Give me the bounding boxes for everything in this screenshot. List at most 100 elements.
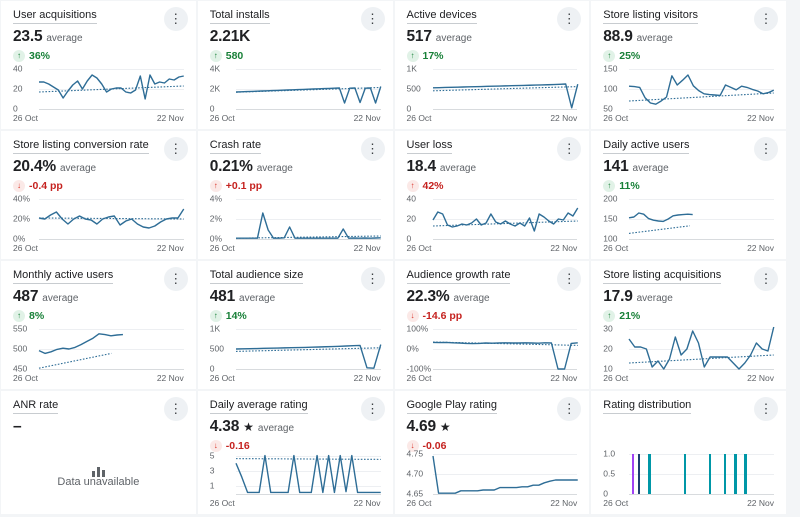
sparkline-plot: 550 500 450 — [13, 324, 184, 373]
card-title[interactable]: Active devices — [406, 9, 477, 24]
kebab-menu-icon: ⋮ — [759, 271, 773, 286]
card-title[interactable]: Daily average rating — [209, 399, 308, 414]
y-tick-label: 200 — [603, 193, 618, 204]
y-tick-label: 30 — [603, 323, 613, 334]
metric-value: 487 — [13, 288, 39, 305]
card-title[interactable]: Crash rate — [209, 139, 262, 154]
card-title[interactable]: ANR rate — [13, 399, 59, 414]
x-axis-labels: 26 Oct 22 Nov — [603, 373, 774, 383]
card-menu-button[interactable]: ⋮ — [163, 7, 188, 31]
card-title[interactable]: Total installs — [209, 9, 270, 24]
card-menu-button[interactable]: ⋮ — [163, 137, 188, 161]
rating-bar — [648, 454, 651, 494]
x-axis-start-label: 26 Oct — [603, 113, 629, 123]
card-menu-button[interactable]: ⋮ — [557, 267, 582, 291]
x-axis-end-label: 22 Nov — [156, 243, 184, 253]
card-menu-button[interactable]: ⋮ — [754, 397, 778, 421]
metric-value-row: 481 average — [210, 288, 381, 306]
kebab-menu-icon: ⋮ — [759, 11, 773, 26]
metric-card: Google Play rating ⋮ 4.69 ★ ↓ -0.06 4.75… — [394, 391, 590, 514]
card-menu-button[interactable]: ⋮ — [163, 397, 188, 421]
x-axis-end-label: 22 Nov — [353, 113, 381, 123]
metric-suffix: average — [453, 293, 490, 304]
dashboard-grid: User acquisitions ⋮ 23.5 average ↑ 36% 4… — [0, 0, 786, 514]
metric-card: Total audience size ⋮ 481 average ↑ 14% … — [197, 261, 393, 389]
card-menu-button[interactable]: ⋮ — [557, 137, 582, 161]
metric-suffix: average — [636, 293, 673, 304]
card-menu-button[interactable]: ⋮ — [360, 397, 385, 421]
metric-suffix: average — [439, 163, 477, 174]
card-menu-button[interactable]: ⋮ — [754, 267, 778, 291]
metric-value-row: 88.9 average — [603, 28, 774, 46]
card-menu-button[interactable]: ⋮ — [163, 267, 188, 291]
y-tick-label: 0 — [406, 233, 412, 244]
trend-badge-text: -0.16 — [225, 439, 250, 452]
metric-value-row: 141 average — [603, 158, 774, 176]
gridline — [629, 494, 774, 495]
x-axis-end-label: 22 Nov — [550, 498, 578, 508]
metric-card: Total installs ⋮ 2.21K ↑ 580 4K 2K 0 26 Oc… — [197, 1, 393, 129]
gridline — [39, 239, 184, 240]
x-axis-labels: 26 Oct 22 Nov — [13, 243, 184, 253]
rating-bar — [631, 454, 635, 494]
card-title[interactable]: Google Play rating — [406, 399, 497, 414]
y-tick-label: 3 — [209, 465, 215, 476]
card-title[interactable]: Monthly active users — [13, 269, 114, 284]
card-title[interactable]: Store listing conversion rate — [13, 139, 149, 154]
card-title[interactable]: User acquisitions — [13, 9, 97, 24]
metric-value: 4.69 — [406, 418, 437, 435]
x-axis-start-label: 26 Oct — [209, 243, 235, 253]
rating-bar — [683, 454, 687, 494]
y-tick-label: 550 — [13, 323, 28, 334]
x-axis-end-label: 22 Nov — [747, 243, 774, 253]
sparkline-chart — [433, 69, 578, 109]
card-header: Total installs — [209, 9, 381, 25]
y-tick-label: 0 — [209, 103, 215, 114]
x-axis-start-label: 26 Oct — [603, 498, 629, 508]
x-axis-labels: 26 Oct 22 Nov — [210, 113, 381, 123]
y-tick-label: 2K — [209, 83, 221, 94]
sparkline-chart — [236, 454, 381, 494]
sparkline-chart — [39, 199, 184, 239]
card-menu-button[interactable]: ⋮ — [360, 267, 385, 291]
sparkline-plot: 40% 20% 0% — [13, 194, 184, 243]
x-axis-labels: 26 Oct 22 Nov — [603, 113, 774, 123]
sparkline-chart — [629, 329, 774, 369]
trend-arrow-icon: ↑ — [209, 179, 222, 192]
card-header: Store listing acquisitions — [603, 269, 774, 285]
y-tick-label: 500 — [406, 83, 421, 94]
card-header: Active devices — [406, 9, 578, 25]
metric-suffix: average — [239, 293, 276, 304]
card-header: Crash rate — [209, 139, 381, 155]
sparkline-plot: 40 20 0 — [13, 64, 184, 113]
y-tick-label: 1 — [209, 480, 215, 491]
card-menu-button[interactable]: ⋮ — [360, 137, 385, 161]
gridline — [235, 239, 381, 240]
x-axis-start-label: 26 Oct — [209, 373, 235, 383]
card-title[interactable]: User loss — [406, 139, 453, 154]
metric-card: ANR rate ⋮ – Data unavailable — [1, 391, 196, 514]
card-menu-button[interactable]: ⋮ — [754, 137, 778, 161]
kebab-menu-icon: ⋮ — [562, 401, 576, 416]
x-axis-labels: 26 Oct 22 Nov — [210, 373, 381, 383]
card-title[interactable]: Daily active users — [603, 139, 690, 154]
x-axis-end-label: 22 Nov — [747, 498, 774, 508]
card-menu-button[interactable]: ⋮ — [754, 7, 778, 31]
card-title[interactable]: Store listing acquisitions — [603, 269, 722, 284]
card-menu-button[interactable]: ⋮ — [360, 7, 385, 31]
trend-badge-text: -0.4 pp — [29, 179, 63, 192]
metric-value: 2.21K — [209, 28, 251, 45]
card-title[interactable]: Audience growth rate — [406, 269, 511, 284]
kebab-menu-icon: ⋮ — [366, 11, 379, 26]
metric-suffix: average — [42, 293, 79, 304]
card-title[interactable]: Total audience size — [209, 269, 304, 284]
card-menu-button[interactable]: ⋮ — [557, 7, 582, 31]
y-tick-label: 1K — [406, 63, 417, 74]
x-axis-start-label: 26 Oct — [406, 373, 432, 383]
card-menu-button[interactable]: ⋮ — [557, 397, 582, 421]
rating-bar — [744, 454, 747, 494]
kebab-menu-icon: ⋮ — [366, 271, 379, 286]
card-title[interactable]: Store listing visitors — [603, 9, 699, 24]
x-axis-start-label: 26 Oct — [406, 243, 432, 253]
card-title[interactable]: Rating distribution — [603, 399, 692, 414]
